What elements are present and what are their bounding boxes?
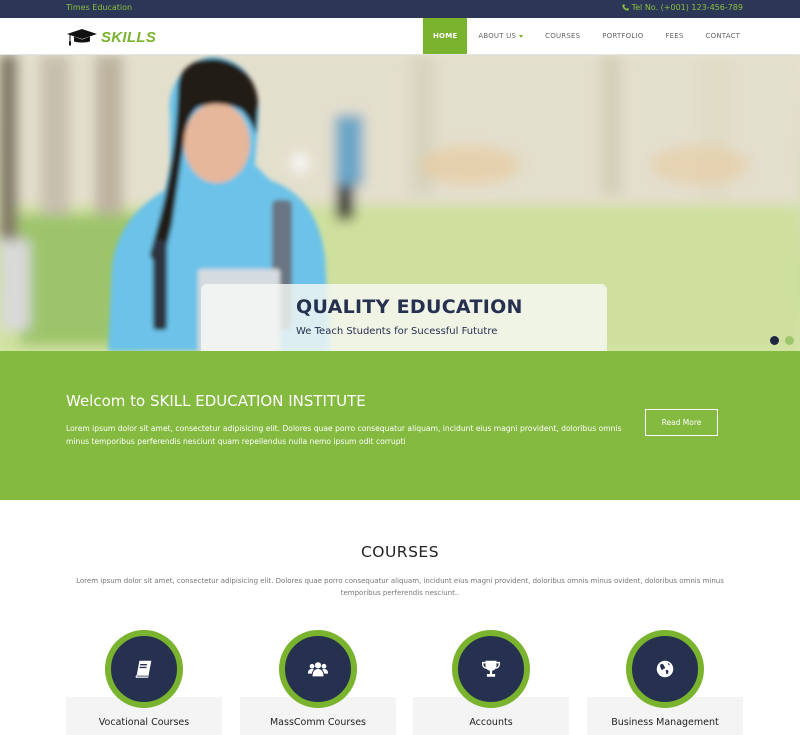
nav-about-us[interactable]: ABOUT US bbox=[467, 18, 534, 54]
courses-section: COURSES Lorem ipsum dolor sit amet, cons… bbox=[0, 500, 800, 735]
nav-contact[interactable]: CONTACT bbox=[695, 18, 752, 54]
course-card[interactable]: Business Management bbox=[587, 630, 743, 735]
slide-subtitle: We Teach Students for Sucessful Fututre bbox=[296, 326, 498, 337]
course-icon-circle[interactable] bbox=[626, 630, 704, 708]
globe-icon bbox=[656, 660, 674, 678]
phone-number: Tel No. (+001) 123-456-789 bbox=[631, 3, 743, 12]
course-label: MassComm Courses bbox=[269, 717, 366, 728]
contact-phone[interactable]: Tel No. (+001) 123-456-789 bbox=[621, 3, 743, 12]
nav-contact-label: CONTACT bbox=[705, 32, 741, 40]
top-bar: Times Education Tel No. (+001) 123-456-7… bbox=[0, 0, 800, 18]
course-card[interactable]: Vocational Courses bbox=[66, 630, 222, 735]
course-label: Vocational Courses bbox=[98, 717, 190, 728]
nav-home-label: HOME bbox=[433, 32, 458, 40]
course-label: Business Management bbox=[611, 717, 719, 728]
nav-fees-label: FEES bbox=[665, 32, 684, 40]
welcome-title: Welcom to SKILL EDUCATION INSTITUTE bbox=[66, 392, 366, 410]
course-icon-circle[interactable] bbox=[452, 630, 530, 708]
slider-dot-2[interactable] bbox=[785, 336, 794, 345]
users-icon bbox=[307, 662, 329, 677]
course-label: Accounts bbox=[469, 717, 513, 728]
nav-portfolio[interactable]: PORTFOLIO bbox=[591, 18, 654, 54]
read-more-button[interactable]: Read More bbox=[645, 409, 718, 436]
courses-title: COURSES bbox=[360, 543, 440, 561]
nav-portfolio-label: PORTFOLIO bbox=[602, 32, 644, 40]
nav-about-us-label: ABOUT US bbox=[478, 32, 517, 40]
slider-pagination bbox=[770, 336, 794, 345]
nav-courses-label: COURSES bbox=[545, 32, 581, 40]
nav-fees[interactable]: FEES bbox=[654, 18, 694, 54]
course-icon-circle[interactable] bbox=[105, 630, 183, 708]
caret-down-icon bbox=[519, 34, 524, 38]
courses-intro: Lorem ipsum dolor sit amet, consectetur … bbox=[76, 577, 724, 597]
nav-home[interactable]: HOME bbox=[423, 18, 468, 54]
hero-slider: QUALITY EDUCATION We Teach Students for … bbox=[0, 55, 800, 351]
logo-text: SKILLS bbox=[101, 28, 157, 46]
course-card[interactable]: Accounts bbox=[413, 630, 569, 735]
nav-courses[interactable]: COURSES bbox=[534, 18, 591, 54]
main-navbar: SKILLS HOME ABOUT US COURSES PORTFOLIO F… bbox=[0, 18, 800, 55]
graduation-cap-icon bbox=[67, 29, 97, 46]
welcome-text: Lorem ipsum dolor sit amet, consectetur … bbox=[66, 424, 622, 446]
welcome-section: Welcom to SKILL EDUCATION INSTITUTE Lore… bbox=[0, 351, 800, 500]
top-bar-brand: Times Education bbox=[66, 3, 133, 12]
site-logo[interactable]: SKILLS bbox=[66, 27, 156, 47]
main-menu: HOME ABOUT US COURSES PORTFOLIO FEES CON… bbox=[423, 18, 751, 54]
course-icon-circle[interactable] bbox=[279, 630, 357, 708]
trophy-icon bbox=[482, 660, 500, 677]
slide-caption: QUALITY EDUCATION We Teach Students for … bbox=[201, 284, 607, 351]
slider-dot-1[interactable] bbox=[770, 336, 779, 345]
slide-title: QUALITY EDUCATION bbox=[296, 296, 523, 318]
course-card[interactable]: MassComm Courses bbox=[240, 630, 396, 735]
phone-icon bbox=[621, 4, 629, 11]
book-icon bbox=[135, 660, 152, 678]
